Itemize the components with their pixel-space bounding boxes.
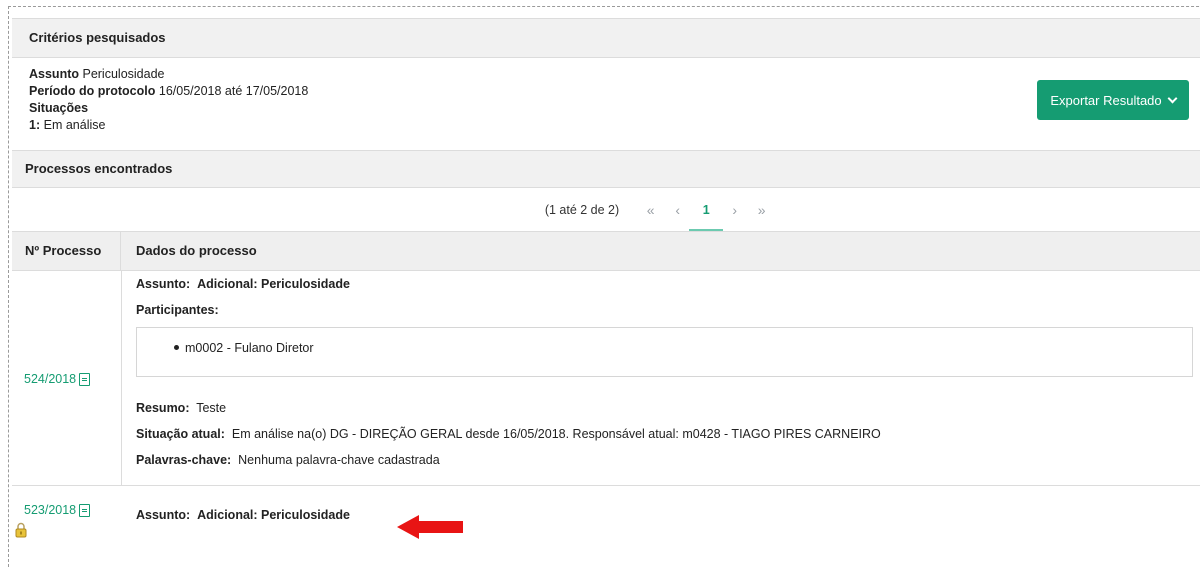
criteria-periodo: Período do protocolo 16/05/2018 até 17/0… (29, 83, 308, 100)
lock-icon (15, 522, 27, 538)
pagination: (1 até 2 de 2) « ‹ 1 › » (0, 188, 1200, 232)
criteria-situacao-item-value: Em análise (43, 118, 106, 132)
row-palavras: Palavras-chave: Nenhuma palavra-chave ca… (136, 453, 440, 467)
row-participantes: Participantes: (136, 303, 219, 317)
participant-item: m0002 - Fulano Diretor (174, 341, 314, 355)
criteria-situacoes: Situações (29, 100, 308, 117)
pagination-prev-button[interactable]: ‹ (664, 202, 691, 218)
criteria-assunto: Assunto Periculosidade (29, 66, 308, 83)
criteria-body: Assunto Periculosidade Período do protoc… (29, 66, 308, 134)
row-situacao-label: Situação atual: (136, 427, 225, 441)
column-divider (121, 271, 122, 485)
row-assunto-value: Adicional: Periculosidade (197, 277, 350, 291)
row-situacao-value: Em análise na(o) DG - DIREÇÃO GERAL desd… (231, 427, 881, 441)
pagination-count: (1 até 2 de 2) (544, 202, 620, 217)
row2-assunto: Assunto: Adicional: Periculosidade (136, 508, 350, 522)
chevron-down-icon (1167, 93, 1178, 104)
pdf-icon[interactable] (79, 503, 91, 517)
bullet-icon (174, 345, 179, 351)
process-number[interactable]: 524/2018 (24, 372, 76, 386)
column-header-data: Dados do processo (136, 243, 257, 258)
row-palavras-value: Nenhuma palavra-chave cadastrada (238, 453, 440, 467)
table-row: 524/2018 Assunto: Adicional: Periculosid… (12, 271, 1200, 486)
row-situacao: Situação atual: Em análise na(o) DG - DI… (136, 427, 881, 441)
row-resumo-label: Resumo: (136, 401, 190, 415)
process-link-523[interactable]: 523/2018 (24, 503, 91, 517)
row-resumo-value: Teste (196, 401, 227, 415)
criteria-assunto-value: Periculosidade (82, 67, 165, 81)
participant-name: m0002 - Fulano Diretor (185, 341, 314, 355)
results-table-header: Nº Processo Dados do processo (12, 231, 1200, 271)
pagination-next-button[interactable]: › (721, 202, 748, 218)
row-assunto: Assunto: Adicional: Periculosidade (136, 277, 350, 291)
row-resumo: Resumo: Teste (136, 401, 226, 415)
participants-box: m0002 - Fulano Diretor (136, 327, 1193, 377)
criteria-situacao-item: 1: Em análise (29, 117, 308, 134)
pagination-last-button[interactable]: » (748, 202, 775, 218)
criteria-assunto-label: Assunto (29, 67, 79, 81)
process-number[interactable]: 523/2018 (24, 503, 76, 517)
row-palavras-label: Palavras-chave: (136, 453, 232, 467)
pdf-icon[interactable] (79, 372, 91, 386)
pagination-page-1[interactable]: 1 (689, 203, 724, 232)
export-result-button[interactable]: Exportar Resultado (1037, 80, 1189, 120)
criteria-header: Critérios pesquisados (12, 18, 1200, 58)
criteria-situacoes-label: Situações (29, 101, 89, 115)
criteria-periodo-value: 16/05/2018 até 17/05/2018 (158, 84, 309, 98)
criteria-situacao-item-num: 1: (29, 118, 41, 132)
red-arrow-icon (397, 515, 463, 539)
criteria-header-title: Critérios pesquisados (29, 30, 166, 45)
row2-assunto-value: Adicional: Periculosidade (197, 508, 350, 522)
column-header-num: Nº Processo (12, 232, 121, 270)
results-header: Processos encontrados (12, 150, 1200, 188)
criteria-periodo-label: Período do protocolo (29, 84, 156, 98)
row-participantes-label: Participantes: (136, 303, 219, 317)
row2-assunto-label: Assunto: (136, 508, 191, 522)
export-result-label: Exportar Resultado (1050, 92, 1162, 108)
pagination-first-button[interactable]: « (637, 202, 664, 218)
process-link-524[interactable]: 524/2018 (24, 372, 91, 386)
results-header-title: Processos encontrados (25, 161, 173, 176)
row-assunto-label: Assunto: (136, 277, 191, 291)
